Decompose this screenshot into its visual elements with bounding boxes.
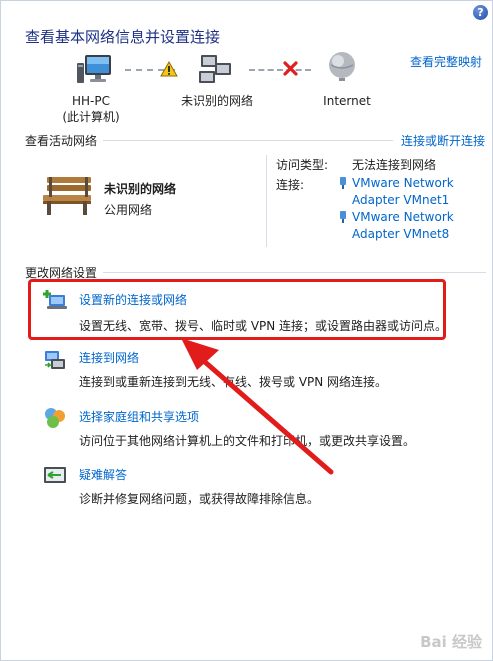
link-line xyxy=(249,69,311,71)
annotation-arrow xyxy=(181,338,334,475)
adapter-icon xyxy=(340,177,346,189)
connect-disconnect-link[interactable]: 连接或断开连接 xyxy=(401,132,485,149)
computer-icon xyxy=(77,55,111,83)
adapter-link-vmnet1[interactable]: VMware Network Adapter VMnet1 xyxy=(352,175,454,209)
active-networks-heading: 查看活动网络 xyxy=(25,134,98,148)
network-icon xyxy=(199,55,231,83)
park-bench-icon xyxy=(43,177,91,215)
help-icon[interactable]: ? xyxy=(473,5,488,20)
watermark-text: Bai 经验 xyxy=(420,633,482,651)
access-type-label: 访问类型: xyxy=(276,158,329,172)
node-label-network: 未识别的网络 xyxy=(180,94,253,108)
task-title-connect-network[interactable]: 连接到网络 xyxy=(79,349,139,366)
divider xyxy=(103,140,393,141)
red-x-icon xyxy=(283,61,298,76)
task-title-troubleshoot[interactable]: 疑难解答 xyxy=(79,466,127,483)
homegroup-icon xyxy=(45,408,65,428)
divider xyxy=(103,272,486,273)
globe-icon xyxy=(329,52,355,81)
node-label-internet: Internet xyxy=(323,94,371,108)
network-sharing-center-window: ? 查看基本网络信息并设置连接 查看完整映射 HH-PC (此计算机) 未识别的… xyxy=(0,0,493,661)
troubleshoot-icon xyxy=(44,467,66,483)
access-type-value: 无法连接到网络 xyxy=(352,158,437,172)
adapter-link-vmnet8[interactable]: VMware Network Adapter VMnet8 xyxy=(352,209,454,243)
warning-icon xyxy=(160,61,178,77)
node-sublabel-computer: (此计算机) xyxy=(62,110,120,124)
task-desc-troubleshoot: 诊断并修复网络问题，或获得故障排除信息。 xyxy=(79,492,320,506)
adapter-icon xyxy=(340,211,346,223)
connections-label: 连接: xyxy=(276,178,305,192)
vertical-divider xyxy=(266,155,267,247)
network-type[interactable]: 公用网络 xyxy=(104,201,152,218)
network-name: 未识别的网络 xyxy=(104,182,177,196)
node-label-computer: HH-PC (此计算机) xyxy=(51,93,131,125)
page-title: 查看基本网络信息并设置连接 xyxy=(25,28,221,46)
connect-network-icon xyxy=(45,351,65,369)
view-full-map-link[interactable]: 查看完整映射 xyxy=(410,53,482,70)
